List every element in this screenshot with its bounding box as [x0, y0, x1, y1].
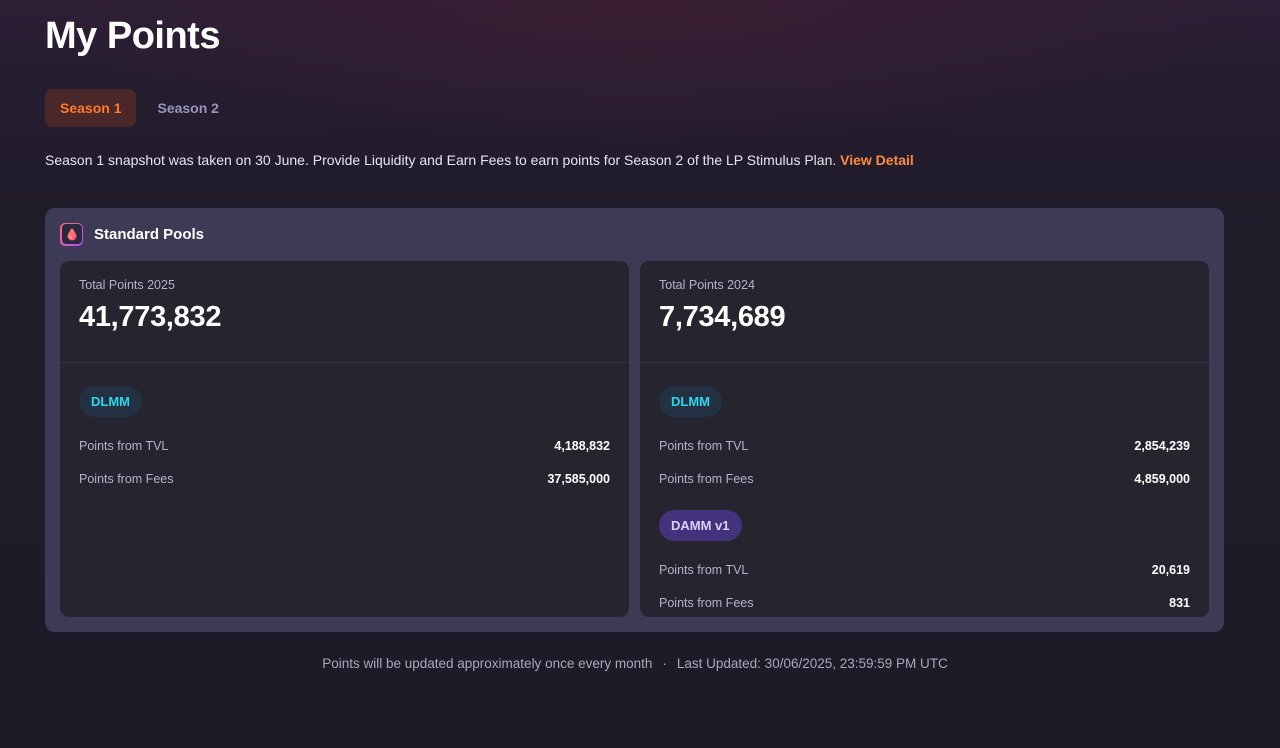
- points-row-label: Points from TVL: [659, 562, 749, 577]
- points-row-label: Points from Fees: [659, 471, 754, 486]
- notice-text: Season 1 snapshot was taken on 30 June. …: [45, 152, 837, 168]
- points-row: Points from TVL 4,188,832: [79, 429, 610, 462]
- card-breakdown: DLMM Points from TVL 4,188,832 Points fr…: [60, 363, 629, 495]
- panel-header: Standard Pools: [60, 222, 204, 246]
- last-updated: Last Updated: 30/06/2025, 23:59:59 PM UT…: [676, 656, 948, 671]
- footer: Points will be updated approximately onc…: [0, 656, 1270, 671]
- card-summary: Total Points 2025 41,773,832: [60, 261, 629, 363]
- points-row-value: 2,854,239: [1134, 438, 1190, 453]
- damm-v1-badge: DAMM v1: [659, 510, 742, 541]
- points-card-2025: Total Points 2025 41,773,832 DLMM Points…: [60, 261, 629, 617]
- card-total-label: Total Points 2024: [659, 278, 755, 292]
- points-row: Points from TVL 2,854,239: [659, 429, 1190, 462]
- droplet-icon: [60, 222, 83, 246]
- points-card-2024: Total Points 2024 7,734,689 DLMM Points …: [640, 261, 1209, 617]
- tab-season-2[interactable]: Season 2: [142, 89, 233, 127]
- standard-pools-panel: Standard Pools Total Points 2025 41,773,…: [45, 208, 1224, 632]
- season-notice: Season 1 snapshot was taken on 30 June. …: [45, 152, 914, 168]
- season-tabs: Season 1 Season 2: [45, 89, 234, 127]
- tab-season-1[interactable]: Season 1: [45, 89, 137, 127]
- card-breakdown: DLMM Points from TVL 2,854,239 Points fr…: [640, 363, 1209, 617]
- panel-title: Standard Pools: [94, 225, 205, 243]
- footer-separator: ·: [662, 656, 667, 671]
- points-row: Points from Fees 4,859,000: [659, 462, 1190, 495]
- view-detail-link[interactable]: View Detail: [840, 152, 914, 168]
- points-row: Points from TVL 20,619: [659, 553, 1190, 586]
- page-title: My Points: [45, 15, 220, 57]
- card-summary: Total Points 2024 7,734,689: [640, 261, 1209, 363]
- points-row-value: 4,859,000: [1134, 471, 1190, 486]
- points-row: Points from Fees 37,585,000: [79, 462, 610, 495]
- points-row-label: Points from TVL: [79, 438, 169, 453]
- dlmm-badge: DLMM: [79, 386, 142, 417]
- points-row-label: Points from Fees: [79, 471, 174, 486]
- points-row-value: 831: [1169, 595, 1190, 610]
- update-note: Points will be updated approximately onc…: [322, 656, 653, 671]
- points-row: Points from Fees 831: [659, 586, 1190, 617]
- points-row-label: Points from Fees: [659, 595, 754, 610]
- dlmm-badge: DLMM: [659, 386, 722, 417]
- card-total-label: Total Points 2025: [79, 278, 175, 292]
- card-total-value: 41,773,832: [79, 301, 222, 333]
- card-total-value: 7,734,689: [659, 301, 786, 333]
- points-row-label: Points from TVL: [659, 438, 749, 453]
- points-row-value: 37,585,000: [547, 471, 610, 486]
- points-row-value: 4,188,832: [554, 438, 610, 453]
- points-row-value: 20,619: [1151, 562, 1190, 577]
